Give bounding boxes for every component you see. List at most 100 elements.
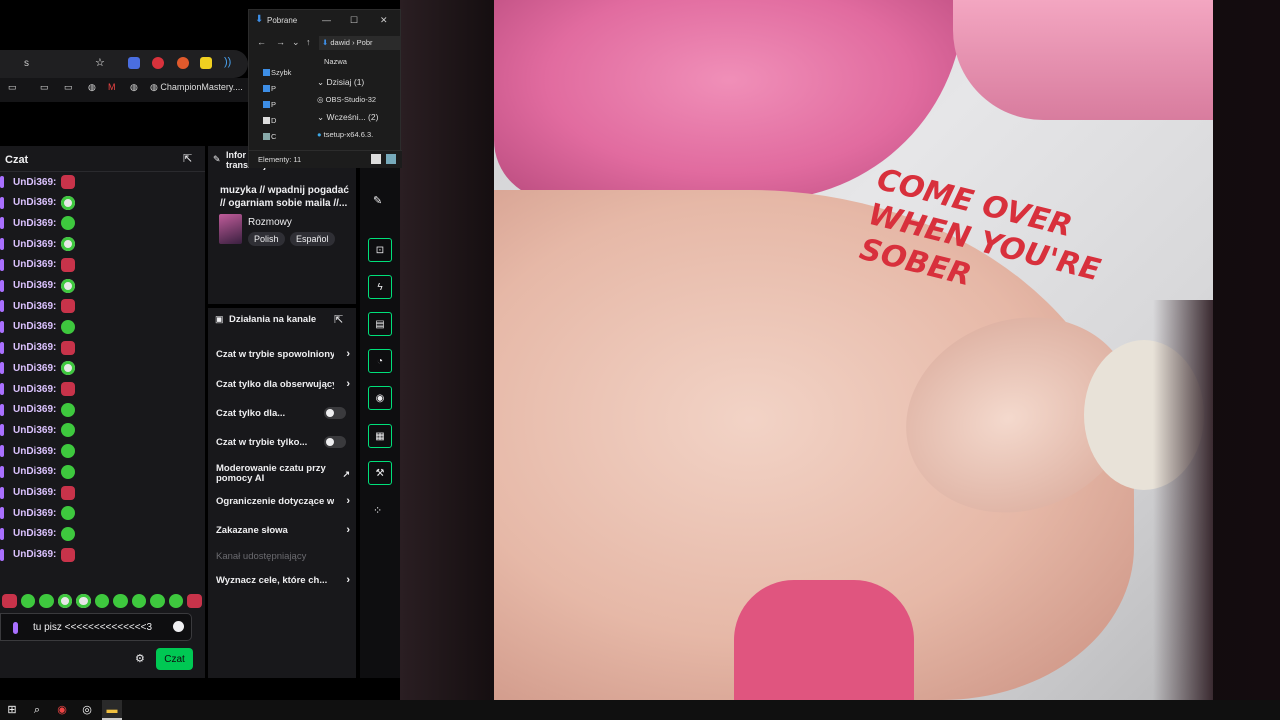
- channel-action-item[interactable]: Czat tylko dla obserwujących ›: [216, 374, 352, 394]
- chat-username[interactable]: UnDi369:: [13, 177, 56, 188]
- chat-username[interactable]: UnDi369:: [13, 528, 56, 539]
- toggle-switch[interactable]: [324, 407, 346, 419]
- explorer-path[interactable]: ⬇ dawid › Pobr: [319, 36, 401, 50]
- chat-username[interactable]: UnDi369:: [13, 280, 56, 291]
- file-explorer-icon[interactable]: ▬: [105, 703, 119, 717]
- emote-icon[interactable]: [113, 594, 128, 608]
- folder-icon[interactable]: ▭: [8, 82, 17, 93]
- chat-username[interactable]: UnDi369:: [13, 218, 56, 229]
- channel-action-item[interactable]: Czat w trybie spowolnionym ›: [216, 344, 352, 364]
- layout-icon[interactable]: ▦: [368, 424, 392, 448]
- extension-icon[interactable]: [152, 57, 164, 69]
- chat-username[interactable]: UnDi369:: [13, 259, 56, 270]
- channel-action-item[interactable]: Wyznacz cele, które ch... ›: [216, 570, 352, 590]
- sidebar-item[interactable]: P: [271, 100, 276, 109]
- gmail-icon[interactable]: M: [108, 82, 116, 92]
- channel-action-label: Moderowanie czatu przy pomocy AI: [216, 464, 326, 484]
- translate-extension-icon[interactable]: [128, 57, 140, 69]
- pencil-icon[interactable]: ✎: [373, 194, 382, 207]
- emote-icon[interactable]: [76, 594, 91, 608]
- windows-start-icon[interactable]: ⊞: [5, 703, 19, 717]
- emote-icon[interactable]: [168, 594, 184, 608]
- mic-icon: [0, 279, 4, 292]
- channel-action-item[interactable]: Moderowanie czatu przy pomocy AI ↗: [216, 461, 352, 487]
- chat-bubble-icon[interactable]: ◔: [368, 349, 392, 373]
- sidebar-item[interactable]: C: [271, 132, 276, 141]
- wrench-icon[interactable]: ⚒: [368, 461, 392, 485]
- emote-icon[interactable]: [39, 594, 54, 608]
- chat-username[interactable]: UnDi369:: [13, 301, 56, 312]
- chat-username[interactable]: UnDi369:: [13, 446, 56, 457]
- channel-action-item[interactable]: Ograniczenie dotyczące w ›: [216, 491, 352, 511]
- up-icon[interactable]: ↑: [306, 37, 311, 47]
- emote-icon[interactable]: [150, 594, 165, 608]
- gear-icon[interactable]: ⚙: [135, 652, 145, 665]
- folder-icon[interactable]: ▭: [64, 82, 73, 93]
- clip-icon[interactable]: ⊡: [368, 238, 392, 262]
- group-header[interactable]: ⌄ Wcześni... (2): [317, 112, 378, 123]
- extension-icon[interactable]: )): [224, 56, 236, 68]
- notes-icon[interactable]: ▤: [368, 312, 392, 336]
- chat-username[interactable]: UnDi369:: [13, 425, 56, 436]
- channel-action-item[interactable]: Czat w trybie tylko...: [216, 432, 352, 452]
- chat-input[interactable]: tu pisz <<<<<<<<<<<<<<3: [0, 613, 192, 641]
- folder-icon[interactable]: ▭: [40, 82, 49, 93]
- channel-action-item[interactable]: Czat tylko dla...: [216, 403, 352, 423]
- emote-icon[interactable]: [2, 594, 17, 608]
- emote-icon[interactable]: [94, 594, 110, 608]
- stream-category[interactable]: Rozmowy: [248, 217, 292, 228]
- tag[interactable]: Español: [290, 232, 335, 246]
- chat-username[interactable]: UnDi369:: [13, 466, 56, 477]
- chat-username[interactable]: UnDi369:: [13, 363, 56, 374]
- chat-send-button[interactable]: Czat: [156, 648, 193, 670]
- popout-icon[interactable]: ⇱: [334, 313, 343, 326]
- star-icon[interactable]: ☆: [95, 56, 107, 69]
- emoji-icon[interactable]: [173, 621, 184, 632]
- add-action-icon[interactable]: ⁘: [373, 504, 382, 517]
- extension-icon[interactable]: [177, 57, 189, 69]
- chevron-down-icon[interactable]: ⌄: [292, 37, 300, 48]
- group-header[interactable]: ⌄ Dzisiaj (1): [317, 77, 364, 88]
- chrome-icon[interactable]: ◉: [55, 703, 69, 717]
- popout-icon[interactable]: ⇱: [183, 152, 195, 165]
- emote-icon[interactable]: [131, 594, 147, 608]
- lightning-icon[interactable]: ϟ: [368, 275, 392, 299]
- sidebar-item[interactable]: D: [271, 116, 276, 125]
- sidebar-item[interactable]: Szybk: [271, 68, 291, 77]
- minimize-button[interactable]: —: [322, 15, 331, 25]
- tiles-view-icon[interactable]: [386, 154, 396, 164]
- bookmark-championmastery[interactable]: ◍ ChampionMastery....: [150, 82, 243, 93]
- details-view-icon[interactable]: [371, 154, 381, 164]
- close-button[interactable]: ✕: [380, 15, 388, 26]
- back-icon[interactable]: ←: [257, 37, 266, 47]
- toggle-switch[interactable]: [324, 436, 346, 448]
- emote-icon[interactable]: [20, 594, 36, 608]
- emote-icon[interactable]: [57, 594, 73, 608]
- tag[interactable]: Polish: [248, 232, 285, 246]
- extension-icon[interactable]: [200, 57, 212, 69]
- channel-action-item[interactable]: Zakazane słowa ›: [216, 520, 352, 540]
- chat-username[interactable]: UnDi369:: [13, 342, 56, 353]
- chat-username[interactable]: UnDi369:: [13, 404, 56, 415]
- chat-username[interactable]: UnDi369:: [13, 487, 56, 498]
- chat-username[interactable]: UnDi369:: [13, 549, 56, 560]
- chat-username[interactable]: UnDi369:: [13, 321, 56, 332]
- obs-icon[interactable]: ◎: [80, 703, 94, 717]
- chevron-right-icon: ›: [346, 574, 350, 586]
- sidebar-item[interactable]: P: [271, 84, 276, 93]
- emote-icon[interactable]: [187, 594, 203, 608]
- chat-username[interactable]: UnDi369:: [13, 508, 56, 519]
- mic-icon: [0, 258, 4, 271]
- chat-username[interactable]: UnDi369:: [13, 197, 56, 208]
- broadcast-icon[interactable]: ◉: [368, 386, 392, 410]
- forward-icon[interactable]: →: [276, 37, 285, 47]
- search-icon[interactable]: ⌕: [30, 703, 44, 717]
- chat-username[interactable]: UnDi369:: [13, 239, 56, 250]
- column-header-name[interactable]: Nazwa: [324, 57, 347, 66]
- globe-icon[interactable]: ◍: [88, 82, 96, 93]
- file-row[interactable]: ● tsetup-x64.6.3.: [317, 130, 373, 139]
- maximize-button[interactable]: ☐: [350, 15, 358, 26]
- chat-username[interactable]: UnDi369:: [13, 384, 56, 395]
- file-row[interactable]: ◎ OBS-Studio-32: [317, 95, 376, 104]
- globe-icon[interactable]: ◍: [130, 82, 138, 93]
